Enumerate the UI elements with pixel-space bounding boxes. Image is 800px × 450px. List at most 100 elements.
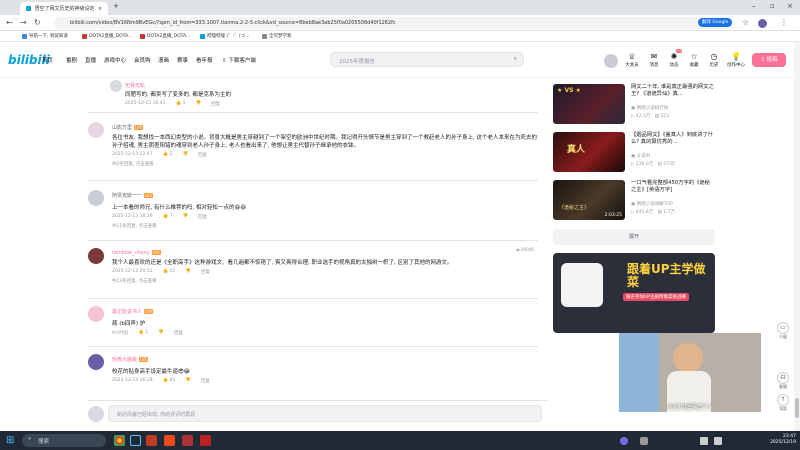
- dislike-icon[interactable]: 👎: [185, 269, 191, 275]
- reply-button[interactable]: 回复: [211, 101, 220, 107]
- profile-avatar[interactable]: [758, 19, 767, 28]
- view-replies-link[interactable]: 共23条回复, 点击查看: [112, 278, 512, 284]
- app-icon[interactable]: [200, 435, 211, 446]
- dota-icon[interactable]: [182, 435, 193, 446]
- dislike-icon[interactable]: 👎: [158, 330, 164, 336]
- bookmark-item[interactable]: DOTA2直播_DOTA...: [140, 33, 190, 39]
- tray-icon[interactable]: [640, 437, 648, 445]
- like-button[interactable]: 👍 2: [163, 152, 173, 158]
- app-icon[interactable]: [164, 435, 175, 446]
- nav-anime[interactable]: 番剧: [66, 56, 77, 64]
- header-creator-center[interactable]: 💡 创作中心: [724, 52, 748, 68]
- dislike-icon[interactable]: 👎: [182, 152, 188, 158]
- browser-tab[interactable]: 悟空了网文历史的神级设定... ×: [20, 2, 108, 15]
- view-replies-link[interactable]: 共11条回复, 点击查看: [112, 223, 542, 229]
- nav-game-center[interactable]: 游戏中心: [104, 56, 126, 64]
- pip-video[interactable]: 大关刀拉回来五个人: [619, 333, 761, 412]
- tray-icon[interactable]: [620, 437, 628, 445]
- reply-button[interactable]: 回复: [198, 152, 207, 158]
- nav-download-client[interactable]: ⇩ 下载客户端: [222, 56, 256, 64]
- nav-home[interactable]: 首页: [42, 56, 53, 64]
- video-title[interactable]: 【烟品网文】《盖真人》到底讲了什么? 真的算优秀的...: [631, 132, 715, 146]
- minimize-icon[interactable]: –: [752, 2, 756, 10]
- video-thumbnail[interactable]: 真人: [553, 132, 625, 172]
- nav-manga[interactable]: 漫画: [158, 56, 169, 64]
- bookmark-item[interactable]: 全可梦学和: [262, 33, 292, 39]
- close-icon[interactable]: ×: [98, 6, 102, 12]
- windows-start-icon[interactable]: ⊞: [6, 435, 14, 446]
- back-to-top-button[interactable]: ↑ 顶部: [776, 394, 790, 412]
- reply-button[interactable]: 回复: [201, 378, 210, 384]
- nav-mall[interactable]: 会员购: [134, 56, 151, 64]
- mini-window-button[interactable]: ▭ 小窗: [776, 322, 790, 340]
- dislike-icon[interactable]: 👎: [195, 101, 201, 107]
- forward-icon[interactable]: →: [20, 18, 27, 27]
- translate-button[interactable]: 翻译 Google: [698, 18, 733, 27]
- reply-button[interactable]: 回复: [174, 330, 183, 336]
- bookmark-item[interactable]: 哔哩哔哩 (゜-゜)つ...: [200, 33, 249, 39]
- avatar[interactable]: [88, 122, 104, 138]
- video-thumbnail[interactable]: ★ VS ★: [553, 84, 625, 124]
- app-icon[interactable]: [146, 435, 157, 446]
- view-replies-link[interactable]: 共2条回复, 点击查看: [112, 161, 542, 167]
- dislike-icon[interactable]: 👎: [185, 378, 191, 384]
- nav-live[interactable]: 直播: [85, 56, 96, 64]
- menu-icon[interactable]: ⋮: [780, 18, 788, 27]
- video-uploader[interactable]: ▣ 网络小说讲解TOP: [631, 201, 673, 207]
- expand-button[interactable]: 展开: [553, 229, 715, 245]
- scrollbar-thumb[interactable]: [795, 398, 799, 418]
- video-title[interactable]: 网文二十年, 谁是真正最强的网文之王? 《道诡异仙》真...: [631, 84, 715, 98]
- avatar[interactable]: [88, 190, 104, 206]
- new-tab-icon[interactable]: +: [113, 2, 119, 10]
- close-window-icon[interactable]: ×: [787, 2, 793, 10]
- header-vip[interactable]: ♕ 大会员: [622, 52, 642, 68]
- reply-button[interactable]: 回复: [198, 214, 207, 220]
- comment-username[interactable]: 轻微大脑袋 LV6: [112, 356, 542, 363]
- like-button[interactable]: 👍 1: [138, 330, 148, 336]
- bookmark-item[interactable]: DOTA2直播_DOTA...: [82, 33, 132, 39]
- address-bar[interactable]: bilibili.com/video/BV16Nm9BvEGc/?spm_id_…: [54, 17, 734, 29]
- comment-username[interactable]: rainbow_cheny LV6: [112, 250, 512, 256]
- bookmark-item[interactable]: 导航一下, 到就知道: [22, 33, 68, 39]
- reload-icon[interactable]: ↻: [34, 18, 41, 27]
- like-button[interactable]: 👍 7: [163, 214, 173, 220]
- bookmark-star-icon[interactable]: ☆: [742, 18, 749, 27]
- taskbar-clock[interactable]: 23:47 2025/12/19: [766, 434, 796, 446]
- video-thumbnail[interactable]: 《诡秘之主》 2:03:25: [553, 180, 625, 220]
- recommended-video[interactable]: 《诡秘之主》 2:03:25 一口气看完整部450万字的《诡秘之主》[英语万字]…: [553, 180, 713, 220]
- header-history[interactable]: ◷ 历史: [704, 52, 724, 68]
- avatar[interactable]: [604, 54, 618, 68]
- comment-input[interactable]: 新的风暴已经出现, 你的评评时再现: [108, 405, 542, 422]
- ad-banner[interactable]: 跟着UP主学做菜 报名参加UP主剧情做菜挑战赛: [553, 253, 715, 333]
- avatar[interactable]: [110, 80, 122, 92]
- recommended-video[interactable]: ★ VS ★ 网文二十年, 谁是真正最强的网文之王? 《道诡异仙》真... ▣ …: [553, 84, 715, 124]
- recommended-video[interactable]: 真人 【烟品网文】《盖真人》到底讲了什么? 真的算优秀的... ▣ 斗说书 ▷ …: [553, 132, 713, 172]
- like-button[interactable]: 👍 51: [163, 269, 176, 275]
- comment-username[interactable]: 山影万里 LV6: [112, 124, 542, 131]
- upload-button[interactable]: ⇧ 投稿: [752, 53, 786, 67]
- chrome-icon[interactable]: [114, 435, 125, 446]
- back-icon[interactable]: ←: [6, 18, 13, 27]
- scrollbar[interactable]: [794, 42, 800, 431]
- maximize-icon[interactable]: ▫: [770, 2, 775, 10]
- dislike-icon[interactable]: 👎: [182, 214, 188, 220]
- taskbar-search[interactable]: ⌕ 搜索: [22, 434, 106, 447]
- nav-esports[interactable]: 赛事: [177, 56, 188, 64]
- header-favorites[interactable]: ☆ 收藏: [684, 52, 704, 68]
- nav-annual-report[interactable]: 看年报: [196, 56, 213, 64]
- search-icon[interactable]: ⌕: [514, 56, 517, 63]
- steam-icon[interactable]: [130, 435, 141, 446]
- video-uploader[interactable]: ▣ 斗说书: [631, 153, 650, 159]
- like-button[interactable]: 👍 1: [176, 101, 186, 107]
- like-button[interactable]: 👍 81: [163, 378, 176, 384]
- comment-username[interactable]: 最正能说书人 LV6: [112, 308, 542, 315]
- customer-service-button[interactable]: ☊ 客服: [776, 372, 790, 390]
- network-icon[interactable]: [700, 437, 708, 445]
- header-dynamic[interactable]: ✺ 动态 44: [664, 49, 684, 68]
- avatar[interactable]: [88, 354, 104, 370]
- header-message[interactable]: ✉ 消息: [644, 52, 664, 68]
- video-title[interactable]: 一口气看完整部450万字的《诡秘之主》[英语万字]: [631, 180, 715, 194]
- search-input[interactable]: 2025年度报告 ⌕: [330, 52, 524, 67]
- reply-button[interactable]: 回复: [201, 269, 210, 275]
- volume-icon[interactable]: [714, 437, 722, 445]
